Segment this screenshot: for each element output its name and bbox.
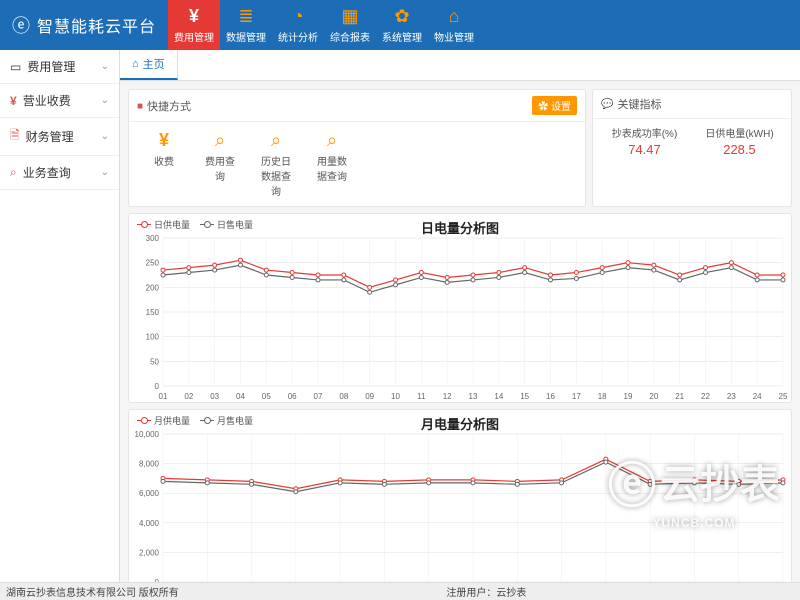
yen-icon xyxy=(10,94,17,108)
footer-user: 注册用户：云抄表 xyxy=(446,584,526,599)
svg-text:200: 200 xyxy=(146,283,160,292)
svg-text:2,000: 2,000 xyxy=(139,548,160,557)
search-plus-icon xyxy=(327,130,337,151)
svg-text:150: 150 xyxy=(146,308,160,317)
svg-text:18: 18 xyxy=(598,392,607,401)
kpi-daily-supply: 日供电量(kWH)228.5 xyxy=(692,125,787,157)
chevron-down-icon: ⌄ xyxy=(101,131,109,142)
nav-system[interactable]: 系统管理 xyxy=(376,0,428,50)
svg-text:4,000: 4,000 xyxy=(139,519,160,528)
nav-reports[interactable]: 综合报表 xyxy=(324,0,376,50)
sidebar-item-finance[interactable]: 财务管理⌄ xyxy=(0,118,119,156)
svg-text:13: 13 xyxy=(469,392,478,401)
svg-text:12: 12 xyxy=(443,392,452,401)
app-title: 智慧能耗云平台 xyxy=(37,13,156,37)
svg-text:0: 0 xyxy=(155,578,160,582)
svg-text:04: 04 xyxy=(236,392,245,401)
table-icon xyxy=(342,6,359,27)
svg-text:02: 02 xyxy=(184,392,193,401)
search-icon xyxy=(271,130,281,151)
footer: 湖南云抄表信息技术有限公司 版权所有 注册用户：云抄表 xyxy=(0,582,800,600)
svg-text:19: 19 xyxy=(624,392,633,401)
folder-icon xyxy=(137,100,143,112)
svg-text:01: 01 xyxy=(159,392,168,401)
home-icon xyxy=(449,6,460,27)
tab-bar: 主页 xyxy=(120,50,800,81)
svg-text:20: 20 xyxy=(649,392,658,401)
monthly-chart: 02,0004,0006,0008,00010,0001201010203030… xyxy=(129,428,789,582)
svg-text:11: 11 xyxy=(417,392,426,401)
svg-text:16: 16 xyxy=(546,392,555,401)
gear-icon xyxy=(394,6,409,27)
svg-text:250: 250 xyxy=(146,259,160,268)
svg-text:07: 07 xyxy=(314,392,323,401)
svg-text:0: 0 xyxy=(155,382,160,391)
sidebar: 费用管理⌄ 营业收费⌄ 财务管理⌄ 业务查询⌄ xyxy=(0,50,120,582)
top-nav: 费用管理 数据管理 统计分析 综合报表 系统管理 物业管理 xyxy=(168,0,480,50)
svg-text:25: 25 xyxy=(779,392,788,401)
svg-text:21: 21 xyxy=(675,392,684,401)
kpi-panel: 关键指标 抄表成功率(%)74.47 日供电量(kWH)228.5 xyxy=(592,89,792,207)
chevron-down-icon: ⌄ xyxy=(101,167,109,178)
chevron-down-icon: ⌄ xyxy=(101,61,109,72)
nav-fee-mgmt[interactable]: 费用管理 xyxy=(168,0,220,50)
database-icon xyxy=(238,6,253,27)
svg-text:05: 05 xyxy=(262,392,271,401)
search-icon xyxy=(215,130,225,151)
kpi-read-rate: 抄表成功率(%)74.47 xyxy=(597,125,692,157)
yen-icon xyxy=(189,6,199,27)
daily-chart: 0501001502002503000102030405060708091011… xyxy=(129,232,789,402)
logo-icon: ⓔ xyxy=(12,12,31,38)
yen-icon xyxy=(159,130,169,151)
svg-text:08: 08 xyxy=(339,392,348,401)
nav-data-mgmt[interactable]: 数据管理 xyxy=(220,0,272,50)
svg-text:10: 10 xyxy=(391,392,400,401)
monthly-chart-title: 月电量分析图 xyxy=(129,414,791,433)
sidebar-item-fee-mgmt[interactable]: 费用管理⌄ xyxy=(0,50,119,84)
sidebar-item-billing[interactable]: 营业收费⌄ xyxy=(0,84,119,118)
card-icon xyxy=(10,60,21,74)
svg-text:50: 50 xyxy=(150,357,159,366)
footer-copyright: 湖南云抄表信息技术有限公司 版权所有 xyxy=(6,584,179,599)
quick-charge[interactable]: 收费 xyxy=(145,130,183,198)
svg-text:06: 06 xyxy=(288,392,297,401)
quick-usage-query[interactable]: 用量数据查询 xyxy=(313,130,351,198)
quick-history-query[interactable]: 历史日数据查询 xyxy=(257,130,295,198)
svg-text:15: 15 xyxy=(520,392,529,401)
svg-text:14: 14 xyxy=(494,392,503,401)
quick-actions-panel: 快捷方式 ✿ 设置 收费 费用查询 历史日数据查询 用量数据查询 xyxy=(128,89,586,207)
tab-home[interactable]: 主页 xyxy=(120,50,178,80)
chat-icon xyxy=(601,98,613,110)
daily-chart-panel: 日供电量 日售电量 日电量分析图 05010015020025030001020… xyxy=(128,213,792,403)
svg-text:24: 24 xyxy=(753,392,762,401)
svg-text:8,000: 8,000 xyxy=(139,460,160,469)
top-header: ⓔ 智慧能耗云平台 费用管理 数据管理 统计分析 综合报表 系统管理 物业管理 xyxy=(0,0,800,50)
nav-stats[interactable]: 统计分析 xyxy=(272,0,324,50)
document-icon xyxy=(10,126,20,147)
daily-chart-title: 日电量分析图 xyxy=(129,218,791,237)
svg-text:17: 17 xyxy=(572,392,581,401)
svg-text:03: 03 xyxy=(210,392,219,401)
settings-button[interactable]: ✿ 设置 xyxy=(532,96,577,115)
svg-text:09: 09 xyxy=(365,392,374,401)
home-icon xyxy=(132,58,139,70)
search-icon xyxy=(10,165,17,180)
svg-text:22: 22 xyxy=(701,392,710,401)
svg-text:6,000: 6,000 xyxy=(139,489,160,498)
monthly-chart-panel: 月供电量 月售电量 月电量分析图 02,0004,0006,0008,00010… xyxy=(128,409,792,582)
chevron-down-icon: ⌄ xyxy=(101,95,109,106)
nav-property[interactable]: 物业管理 xyxy=(428,0,480,50)
pie-chart-icon xyxy=(293,6,304,27)
sidebar-item-query[interactable]: 业务查询⌄ xyxy=(0,156,119,190)
svg-text:100: 100 xyxy=(146,333,160,342)
quick-fee-query[interactable]: 费用查询 xyxy=(201,130,239,198)
app-logo: ⓔ 智慧能耗云平台 xyxy=(0,12,168,38)
svg-text:23: 23 xyxy=(727,392,736,401)
